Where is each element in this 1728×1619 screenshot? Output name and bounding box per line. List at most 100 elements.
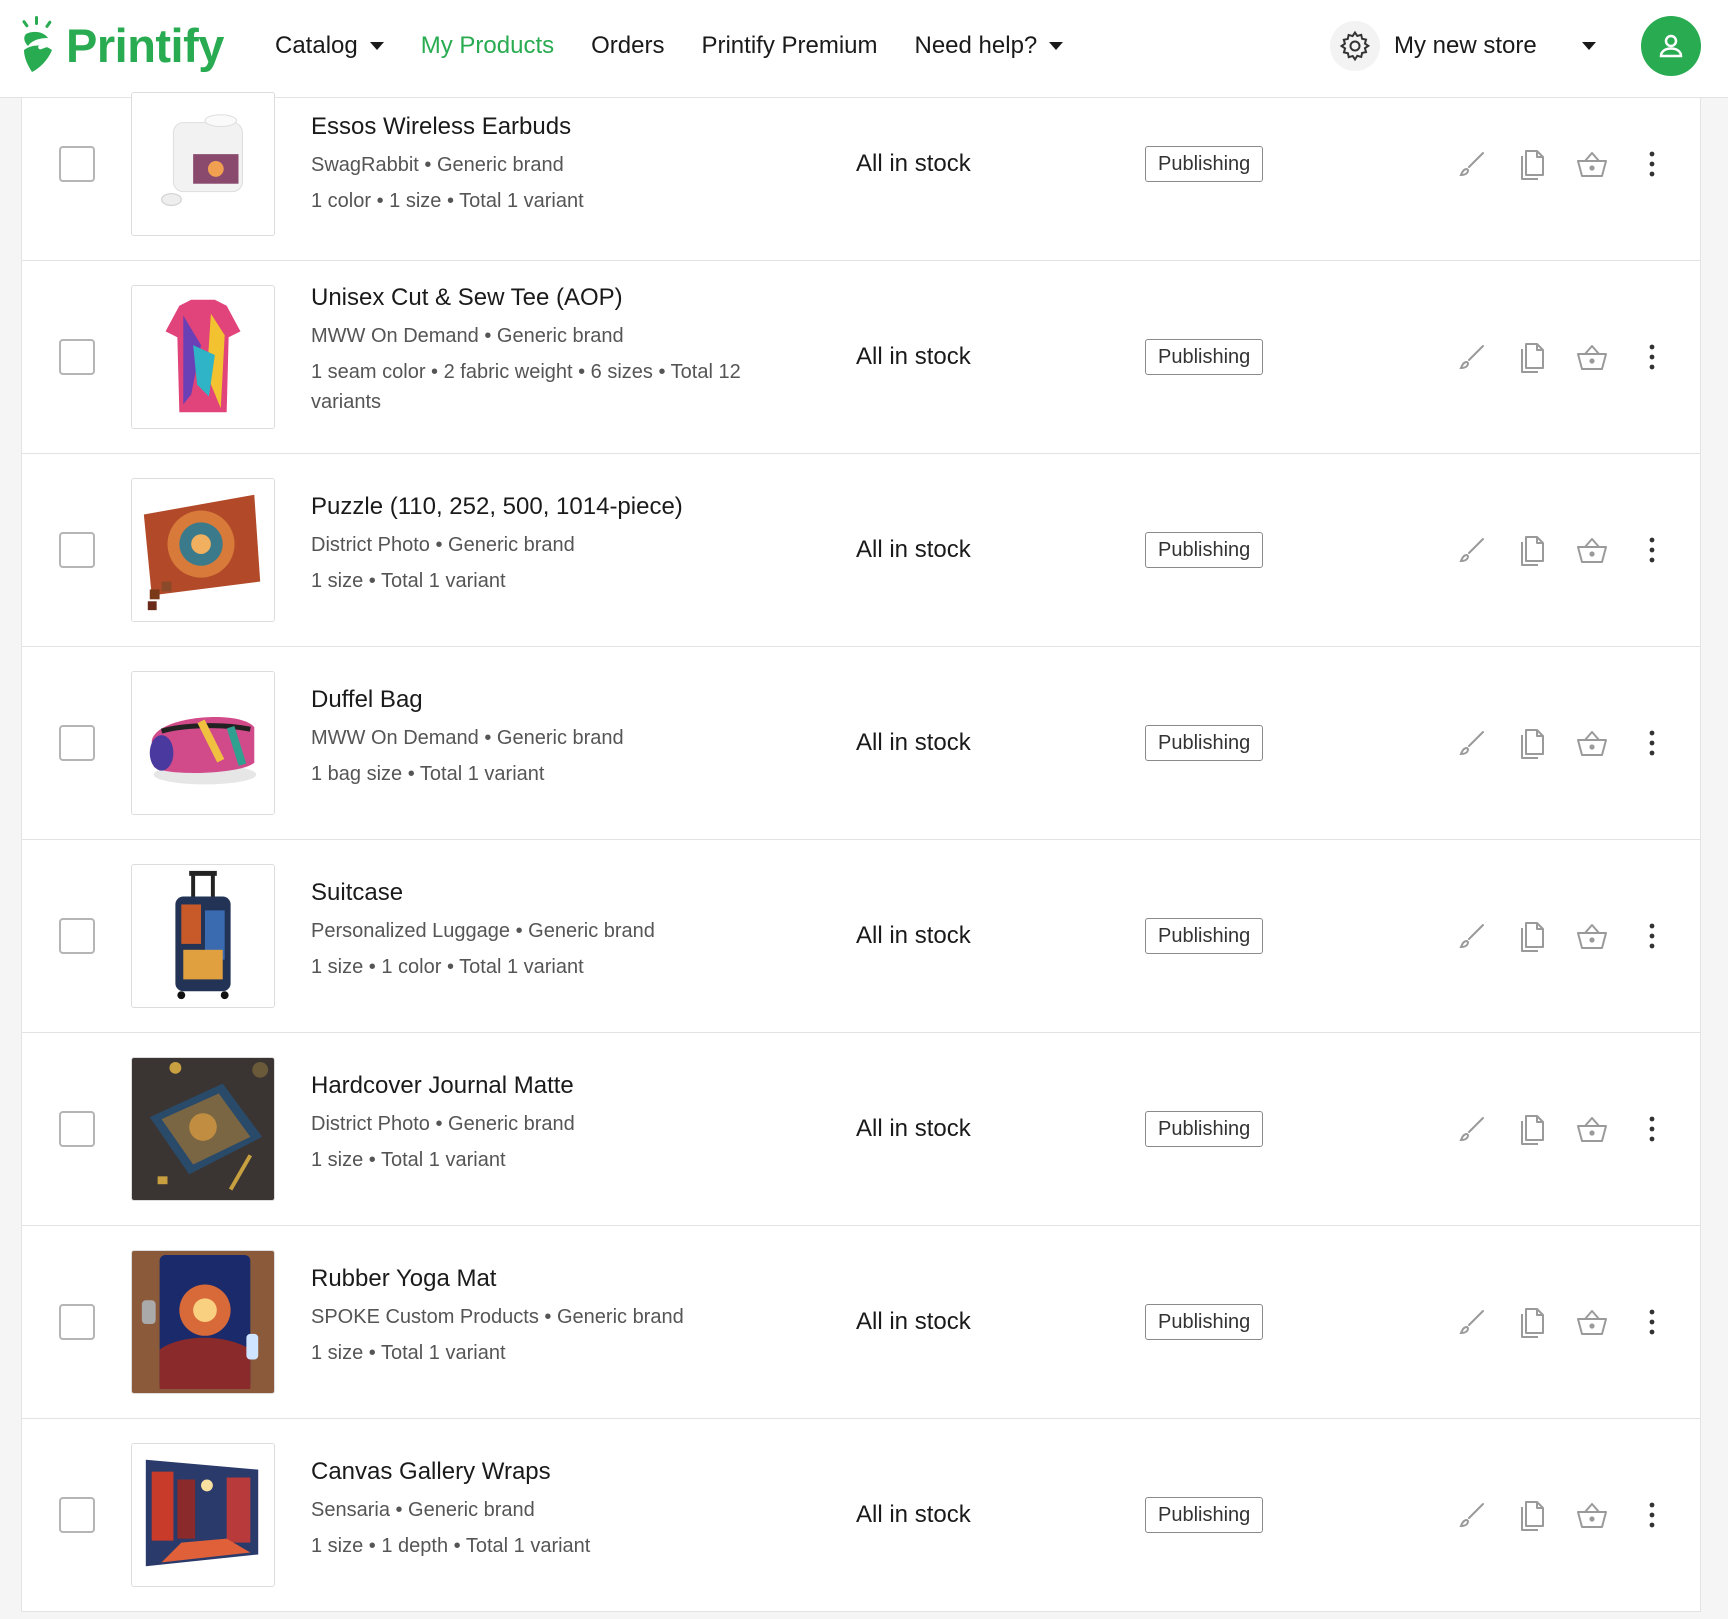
product-variants: 1 color • 1 size • Total 1 variant bbox=[311, 190, 584, 212]
publish-basket-icon[interactable] bbox=[1562, 335, 1622, 379]
duplicate-icon[interactable] bbox=[1502, 335, 1562, 379]
store-dropdown-chevron-icon[interactable] bbox=[1582, 42, 1596, 50]
publish-status-badge: Publishing bbox=[1145, 725, 1264, 761]
nav-my-products-label: My Products bbox=[420, 32, 555, 59]
more-vertical-icon[interactable] bbox=[1622, 1300, 1682, 1344]
publish-basket-icon[interactable] bbox=[1562, 914, 1622, 958]
publish-basket-icon[interactable] bbox=[1562, 721, 1622, 765]
more-vertical-icon[interactable] bbox=[1622, 1493, 1682, 1537]
product-provider: Personalized Luggage • Generic brand bbox=[311, 920, 655, 942]
product-row[interactable]: Hardcover Journal Matte District Photo •… bbox=[22, 1033, 1700, 1226]
product-title[interactable]: Essos Wireless Earbuds bbox=[311, 110, 781, 144]
row-select-checkbox[interactable] bbox=[59, 532, 95, 568]
edit-icon[interactable] bbox=[1442, 142, 1502, 186]
more-vertical-icon[interactable] bbox=[1622, 1107, 1682, 1151]
stock-status: All in stock bbox=[856, 1501, 971, 1528]
more-vertical-icon[interactable] bbox=[1622, 528, 1682, 572]
edit-icon[interactable] bbox=[1442, 914, 1502, 958]
store-selector[interactable]: My new store bbox=[1330, 20, 1596, 72]
row-select-checkbox[interactable] bbox=[59, 339, 95, 375]
product-provider: MWW On Demand • Generic brand bbox=[311, 325, 624, 347]
product-row[interactable]: Duffel Bag MWW On Demand • Generic brand… bbox=[22, 647, 1700, 840]
row-select-checkbox[interactable] bbox=[59, 1304, 95, 1340]
row-select-checkbox[interactable] bbox=[59, 146, 95, 182]
row-actions bbox=[1442, 1300, 1682, 1344]
row-actions bbox=[1442, 335, 1682, 379]
nav-my-products[interactable]: My Products bbox=[421, 32, 554, 60]
publish-basket-icon[interactable] bbox=[1562, 1300, 1622, 1344]
row-select-checkbox[interactable] bbox=[59, 725, 95, 761]
product-thumbnail[interactable] bbox=[131, 92, 275, 236]
product-thumbnail[interactable] bbox=[131, 1250, 275, 1394]
duplicate-icon[interactable] bbox=[1502, 528, 1562, 572]
publish-basket-icon[interactable] bbox=[1562, 528, 1622, 572]
product-title[interactable]: Duffel Bag bbox=[311, 683, 781, 717]
nav-need-help[interactable]: Need help? bbox=[915, 32, 1064, 60]
product-thumbnail[interactable] bbox=[131, 864, 275, 1008]
product-variants: 1 size • 1 color • Total 1 variant bbox=[311, 956, 584, 978]
product-title[interactable]: Puzzle (110, 252, 500, 1014-piece) bbox=[311, 490, 781, 524]
nav-printify-premium[interactable]: Printify Premium bbox=[701, 32, 877, 60]
store-settings-gear-icon[interactable] bbox=[1330, 21, 1380, 71]
nav-catalog[interactable]: Catalog bbox=[275, 32, 384, 60]
row-actions bbox=[1442, 914, 1682, 958]
edit-icon[interactable] bbox=[1442, 721, 1502, 765]
product-title[interactable]: Hardcover Journal Matte bbox=[311, 1069, 781, 1103]
row-select-checkbox[interactable] bbox=[59, 918, 95, 954]
publish-status-badge: Publishing bbox=[1145, 532, 1264, 568]
edit-icon[interactable] bbox=[1442, 335, 1502, 379]
product-provider: Sensaria • Generic brand bbox=[311, 1499, 535, 1521]
product-variants: 1 bag size • Total 1 variant bbox=[311, 763, 545, 785]
edit-icon[interactable] bbox=[1442, 1300, 1502, 1344]
product-title[interactable]: Unisex Cut & Sew Tee (AOP) bbox=[311, 281, 781, 315]
more-vertical-icon[interactable] bbox=[1622, 721, 1682, 765]
duplicate-icon[interactable] bbox=[1502, 1107, 1562, 1151]
product-row[interactable]: Puzzle (110, 252, 500, 1014-piece) Distr… bbox=[22, 454, 1700, 647]
publish-status-badge: Publishing bbox=[1145, 1497, 1264, 1533]
stock-status: All in stock bbox=[856, 343, 971, 370]
duplicate-icon[interactable] bbox=[1502, 1300, 1562, 1344]
publish-status-badge: Publishing bbox=[1145, 1111, 1264, 1147]
product-title[interactable]: Suitcase bbox=[311, 876, 781, 910]
nav-orders-label: Orders bbox=[591, 32, 665, 59]
row-select-checkbox[interactable] bbox=[59, 1111, 95, 1147]
duplicate-icon[interactable] bbox=[1502, 914, 1562, 958]
edit-icon[interactable] bbox=[1442, 528, 1502, 572]
main-nav: Catalog My Products Orders Printify Prem… bbox=[275, 0, 1100, 92]
duplicate-icon[interactable] bbox=[1502, 721, 1562, 765]
publish-basket-icon[interactable] bbox=[1562, 1493, 1622, 1537]
product-row[interactable]: Rubber Yoga Mat SPOKE Custom Products • … bbox=[22, 1226, 1700, 1419]
product-row[interactable]: Suitcase Personalized Luggage • Generic … bbox=[22, 840, 1700, 1033]
brand-name: Printify bbox=[66, 18, 224, 72]
product-list: Essos Wireless Earbuds SwagRabbit • Gene… bbox=[21, 92, 1701, 1612]
nav-orders[interactable]: Orders bbox=[591, 32, 664, 60]
more-vertical-icon[interactable] bbox=[1622, 335, 1682, 379]
product-info: Hardcover Journal Matte District Photo •… bbox=[311, 1069, 781, 1175]
product-row[interactable]: Canvas Gallery Wraps Sensaria • Generic … bbox=[22, 1419, 1700, 1612]
printify-logo[interactable]: Printify bbox=[18, 16, 224, 74]
user-avatar[interactable] bbox=[1641, 16, 1701, 76]
edit-icon[interactable] bbox=[1442, 1493, 1502, 1537]
product-thumbnail[interactable] bbox=[131, 671, 275, 815]
product-row[interactable]: Essos Wireless Earbuds SwagRabbit • Gene… bbox=[22, 92, 1700, 261]
product-thumbnail[interactable] bbox=[131, 1443, 275, 1587]
nav-need-help-label: Need help? bbox=[914, 32, 1038, 59]
more-vertical-icon[interactable] bbox=[1622, 142, 1682, 186]
publish-basket-icon[interactable] bbox=[1562, 1107, 1622, 1151]
product-row[interactable]: Unisex Cut & Sew Tee (AOP) MWW On Demand… bbox=[22, 261, 1700, 454]
publish-basket-icon[interactable] bbox=[1562, 142, 1622, 186]
product-thumbnail[interactable] bbox=[131, 285, 275, 429]
product-thumbnail[interactable] bbox=[131, 1057, 275, 1201]
product-thumbnail[interactable] bbox=[131, 478, 275, 622]
stock-status: All in stock bbox=[856, 922, 971, 949]
stock-status: All in stock bbox=[856, 1308, 971, 1335]
row-select-checkbox[interactable] bbox=[59, 1497, 95, 1533]
product-title[interactable]: Canvas Gallery Wraps bbox=[311, 1455, 781, 1489]
row-actions bbox=[1442, 1107, 1682, 1151]
edit-icon[interactable] bbox=[1442, 1107, 1502, 1151]
duplicate-icon[interactable] bbox=[1502, 1493, 1562, 1537]
product-variants: 1 size • 1 depth • Total 1 variant bbox=[311, 1535, 591, 1557]
more-vertical-icon[interactable] bbox=[1622, 914, 1682, 958]
product-title[interactable]: Rubber Yoga Mat bbox=[311, 1262, 781, 1296]
duplicate-icon[interactable] bbox=[1502, 142, 1562, 186]
